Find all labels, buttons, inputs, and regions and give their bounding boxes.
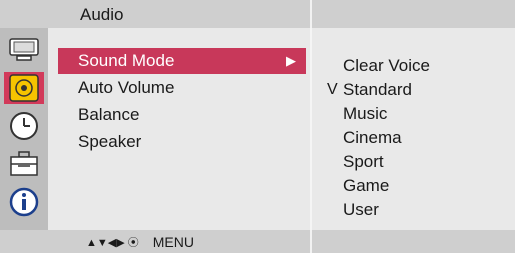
menu-item-speaker[interactable]: Speaker xyxy=(58,129,306,155)
osd-menu: Audio Sound Mode ▶ Auto Volume Balance S… xyxy=(0,0,515,253)
title-divider xyxy=(310,0,312,28)
clock-icon xyxy=(10,112,38,140)
navigation-hint: ▲▼◀▶ ⦿ MENU xyxy=(86,234,194,250)
menu-item-label: Auto Volume xyxy=(78,78,175,97)
nav-arrows-icon: ▲▼◀▶ ⦿ xyxy=(86,237,139,249)
menu-item-label: Balance xyxy=(78,105,140,124)
menu-item-label: Speaker xyxy=(78,132,142,151)
option-cinema[interactable]: Cinema xyxy=(343,127,402,149)
sidebar-item-time[interactable] xyxy=(4,110,44,142)
footer-bar: ▲▼◀▶ ⦿ MENU xyxy=(0,230,515,253)
category-sidebar xyxy=(0,28,48,230)
sidebar-item-option[interactable] xyxy=(4,148,44,180)
sound-mode-options: Clear Voice V Standard Music Cinema Spor… xyxy=(312,28,515,230)
submenu-arrow-icon: ▶ xyxy=(286,53,296,68)
toolbox-icon xyxy=(10,151,38,176)
info-icon xyxy=(9,187,39,217)
check-mark-icon: V xyxy=(327,81,338,98)
sidebar-item-audio[interactable] xyxy=(4,72,44,104)
option-clear-voice[interactable]: Clear Voice xyxy=(343,55,430,77)
monitor-icon xyxy=(9,38,39,61)
speaker-icon xyxy=(9,74,39,102)
option-user[interactable]: User xyxy=(343,199,379,221)
option-game[interactable]: Game xyxy=(343,175,389,197)
menu-title: Audio xyxy=(80,5,124,24)
option-standard[interactable]: Standard xyxy=(343,79,412,101)
footer-divider xyxy=(310,230,312,253)
option-music[interactable]: Music xyxy=(343,103,387,125)
menu-item-balance[interactable]: Balance xyxy=(58,102,306,128)
sidebar-item-information[interactable] xyxy=(4,186,44,218)
menu-item-auto-volume[interactable]: Auto Volume xyxy=(58,75,306,101)
title-bar: Audio xyxy=(0,0,515,28)
sidebar-item-picture[interactable] xyxy=(4,34,44,66)
audio-menu: Sound Mode ▶ Auto Volume Balance Speaker xyxy=(48,28,310,230)
menu-label: MENU xyxy=(152,234,194,250)
menu-item-label: Sound Mode xyxy=(78,51,175,70)
menu-item-sound-mode[interactable]: Sound Mode ▶ xyxy=(58,48,306,74)
option-sport[interactable]: Sport xyxy=(343,151,384,173)
